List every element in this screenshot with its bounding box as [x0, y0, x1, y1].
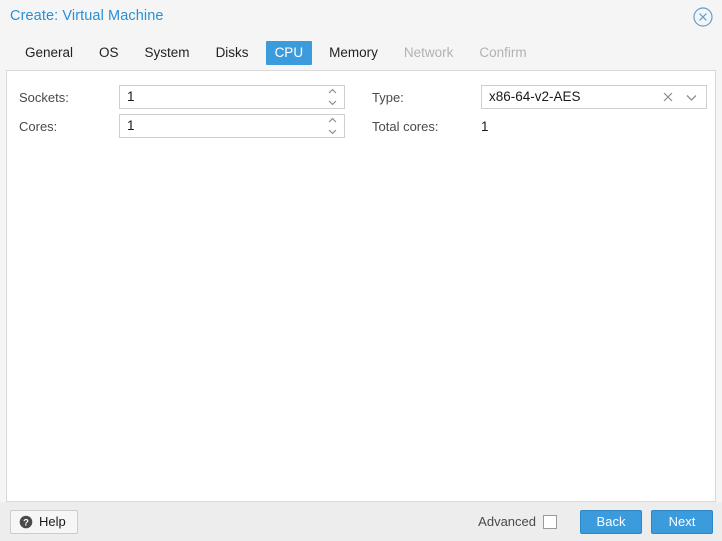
svg-text:?: ? — [23, 517, 29, 528]
tab-system[interactable]: System — [136, 41, 199, 65]
sockets-label: Sockets: — [19, 89, 69, 105]
cores-label: Cores: — [19, 118, 58, 134]
tab-confirm: Confirm — [479, 45, 527, 60]
back-button[interactable]: Back — [580, 510, 642, 534]
close-icon[interactable] — [692, 6, 714, 28]
cpu-type-combobox[interactable]: x86-64-v2-AES — [481, 85, 707, 109]
sockets-value: 1 — [127, 89, 135, 104]
type-label: Type: — [372, 89, 404, 105]
advanced-checkbox[interactable] — [543, 515, 557, 529]
cores-row: Cores: 1 — [19, 114, 345, 138]
chevron-down-icon[interactable] — [685, 93, 698, 102]
dialog-header: Create: Virtual Machine General OS Syste… — [0, 0, 722, 70]
sockets-spinner-arrows[interactable] — [327, 88, 339, 106]
total-cores-row: Total cores: 1 — [372, 114, 489, 138]
create-vm-dialog: Create: Virtual Machine General OS Syste… — [0, 0, 722, 541]
type-row: Type: x86-64-v2-AES — [372, 85, 707, 109]
help-button[interactable]: ? Help — [10, 510, 78, 534]
sockets-row: Sockets: 1 — [19, 85, 345, 109]
next-button[interactable]: Next — [651, 510, 713, 534]
cores-spinner-arrows[interactable] — [327, 117, 339, 135]
tab-disks[interactable]: Disks — [207, 41, 258, 65]
total-cores-value: 1 — [481, 118, 489, 134]
dialog-footer: ? Help Advanced Back Next — [0, 502, 722, 541]
tab-network: Network — [403, 45, 454, 60]
sockets-stepper[interactable]: 1 — [119, 85, 345, 109]
cores-stepper[interactable]: 1 — [119, 114, 345, 138]
tab-cpu[interactable]: CPU — [265, 41, 313, 65]
tab-general[interactable]: General — [16, 41, 82, 65]
wizard-tabs: General OS System Disks CPU Memory Netwo… — [0, 41, 544, 70]
cpu-type-value: x86-64-v2-AES — [489, 89, 581, 104]
footer-actions: Advanced Back Next — [478, 510, 713, 534]
question-mark-circle-icon: ? — [19, 515, 33, 529]
total-cores-label: Total cores: — [372, 118, 439, 134]
cpu-settings-panel: Sockets: 1 Cores: 1 Type: x86-64-v2-AES … — [6, 70, 716, 502]
tab-os[interactable]: OS — [90, 41, 128, 65]
cores-value: 1 — [127, 118, 135, 133]
help-label: Help — [39, 514, 66, 529]
clear-x-icon[interactable] — [661, 90, 675, 104]
advanced-label: Advanced — [478, 514, 536, 529]
tab-memory[interactable]: Memory — [320, 41, 387, 65]
dialog-title: Create: Virtual Machine — [10, 8, 164, 24]
